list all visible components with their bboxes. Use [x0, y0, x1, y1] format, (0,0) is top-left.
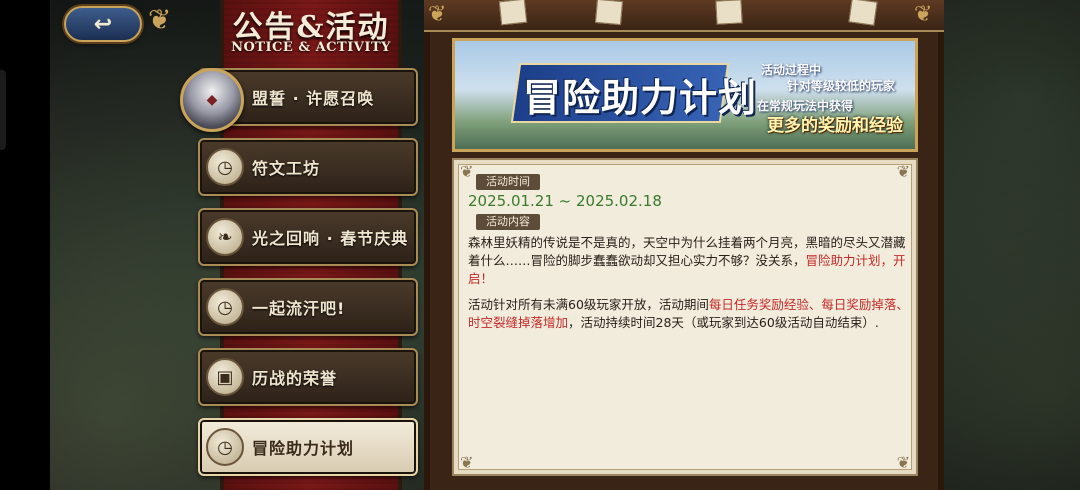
- pocket-watch-icon: ◷: [206, 288, 244, 326]
- nav-item-label: 历战的荣誉: [252, 369, 338, 388]
- time-tag: 活动时间: [476, 174, 540, 190]
- corner-flourish: ❦: [896, 453, 910, 472]
- description-text: ，活动持续时间28天（或玩家到达60级活动自动结束）.: [568, 315, 879, 330]
- corner-flourish: ❦: [896, 162, 910, 181]
- pocket-watch-icon: ◷: [206, 148, 244, 186]
- corner-flourish: ❦: [460, 453, 474, 472]
- event-banner: 冒险助力计划 活动过程中 针对等级较低的玩家 在常规玩法中获得 更多的奖励和经验: [452, 38, 918, 152]
- back-arrow-icon: ↩: [93, 11, 113, 37]
- screen-notch: [0, 70, 6, 150]
- banner-note: 活动过程中: [761, 63, 822, 77]
- nav-item-sweat-together[interactable]: ◷ 一起流汗吧!: [198, 278, 418, 336]
- pinned-note: [715, 0, 743, 25]
- description-paragraph-1: 森林里妖精的传说是不是真的，天空中为什么挂着两个月亮，黑暗的尽头又潜藏着什么………: [468, 234, 912, 288]
- nav-item-battle-honor[interactable]: ▣ 历战的荣誉: [198, 348, 418, 406]
- frame-ornament: ❦: [428, 2, 447, 27]
- event-date-range: 2025.01.21 ~ 2025.02.18: [468, 192, 662, 210]
- nav-item-label: 光之回响 · 春节庆典: [252, 229, 409, 248]
- back-button[interactable]: ↩: [64, 6, 142, 42]
- pocket-watch-icon: ◷: [206, 428, 244, 466]
- description-paragraph-2: 活动针对所有未满60级玩家开放，活动期间每日任务奖励经验、每日奖励掉落、时空裂缝…: [468, 296, 912, 332]
- pinned-note: [848, 0, 878, 26]
- nav-item-adventure-boost[interactable]: ◷ 冒险助力计划: [198, 418, 418, 476]
- description-text: 活动针对所有未满60级玩家开放，活动期间: [468, 297, 709, 312]
- nav-item-label: 盟誓 · 许愿召唤: [252, 89, 375, 108]
- page-subtitle: NOTICE & ACTIVITY: [231, 40, 391, 55]
- nav-item-rune-workshop[interactable]: ◷ 符文工坊: [198, 138, 418, 196]
- nav-item-label: 一起流汗吧!: [252, 299, 346, 318]
- frame-ornament: ❦: [914, 2, 933, 27]
- banner-highlight: 更多的奖励和经验: [767, 116, 903, 136]
- nav-item-label: 冒险助力计划: [252, 439, 355, 458]
- corner-ornament: ❦: [148, 3, 172, 36]
- corner-flourish: ❦: [460, 162, 474, 181]
- content-tag: 活动内容: [476, 214, 540, 230]
- banner-title: 冒险助力计划: [523, 75, 758, 120]
- nav-item-label: 符文工坊: [252, 159, 321, 178]
- banner-note: 针对等级较低的玩家: [787, 79, 896, 93]
- pinned-note: [595, 0, 623, 26]
- gift-icon: ▣: [206, 358, 244, 396]
- nav-item-spring-festival[interactable]: ❧ 光之回响 · 春节庆典: [198, 208, 418, 266]
- screen-edge: [0, 0, 50, 490]
- character-avatar: ◆: [180, 68, 244, 132]
- leaf-icon: ❧: [206, 218, 244, 256]
- pinned-note: [498, 0, 528, 26]
